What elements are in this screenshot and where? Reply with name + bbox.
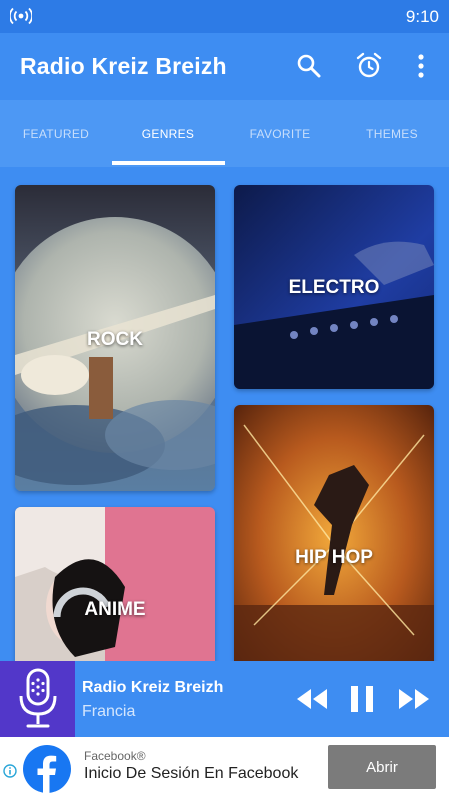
station-cover xyxy=(0,661,75,737)
app-title: Radio Kreiz Breizh xyxy=(20,53,227,79)
tab-favorite[interactable]: FAVORITE xyxy=(224,100,336,167)
ad-open-button[interactable]: Abrir xyxy=(328,745,436,789)
wireless-broadcast-icon xyxy=(10,7,32,25)
search-icon xyxy=(297,54,321,78)
more-vert-icon xyxy=(418,54,424,78)
status-bar: 9:10 xyxy=(0,0,449,33)
genre-card-anime[interactable]: ANIME xyxy=(15,507,215,661)
genre-card-hip-hop[interactable]: HIP HOP xyxy=(234,405,434,661)
hip-hop-artwork xyxy=(234,405,434,661)
ad-banner[interactable]: Facebook® Inicio De Sesión En Facebook A… xyxy=(0,737,449,800)
microphone-icon xyxy=(19,668,56,728)
tab-themes[interactable]: THEMES xyxy=(336,100,448,167)
status-time: 9:10 xyxy=(405,7,439,26)
ad-sponsor: Facebook® xyxy=(84,749,146,763)
rewind-button[interactable] xyxy=(296,683,328,715)
more-options-button[interactable] xyxy=(407,51,435,81)
station-name: Radio Kreiz Breizh xyxy=(82,679,224,696)
alarm-button[interactable] xyxy=(355,51,383,81)
search-button[interactable] xyxy=(295,51,323,81)
fast-forward-button[interactable] xyxy=(398,683,430,715)
anime-artwork xyxy=(15,507,215,661)
tab-genres[interactable]: GENRES xyxy=(112,100,224,167)
pause-icon xyxy=(351,686,373,712)
tab-bar: FEATURED GENRES FAVORITE THEMES xyxy=(0,100,449,167)
now-playing-bar[interactable]: Radio Kreiz Breizh Francia xyxy=(0,661,449,737)
rewind-icon xyxy=(297,689,327,709)
ad-headline[interactable]: Inicio De Sesión En Facebook xyxy=(84,765,298,783)
genre-grid: ROCK ELECTRO HIP HOP ANIME xyxy=(0,167,449,661)
station-country: Francia xyxy=(82,703,136,720)
genre-card-electro[interactable]: ELECTRO xyxy=(234,185,434,389)
ad-info-icon[interactable] xyxy=(3,764,17,778)
genre-label: ANIME xyxy=(84,599,146,620)
genre-label: HIP HOP xyxy=(295,547,373,568)
pause-button[interactable] xyxy=(348,683,376,715)
alarm-clock-icon xyxy=(356,52,382,78)
fast-forward-icon xyxy=(399,689,429,709)
genre-label: ELECTRO xyxy=(288,277,380,298)
tab-featured[interactable]: FEATURED xyxy=(0,100,112,167)
app-bar: Radio Kreiz Breizh xyxy=(0,33,449,100)
genre-label: ROCK xyxy=(87,329,143,350)
genre-card-rock[interactable]: ROCK xyxy=(15,185,215,491)
tab-indicator xyxy=(112,161,225,165)
facebook-logo-icon xyxy=(23,745,71,793)
